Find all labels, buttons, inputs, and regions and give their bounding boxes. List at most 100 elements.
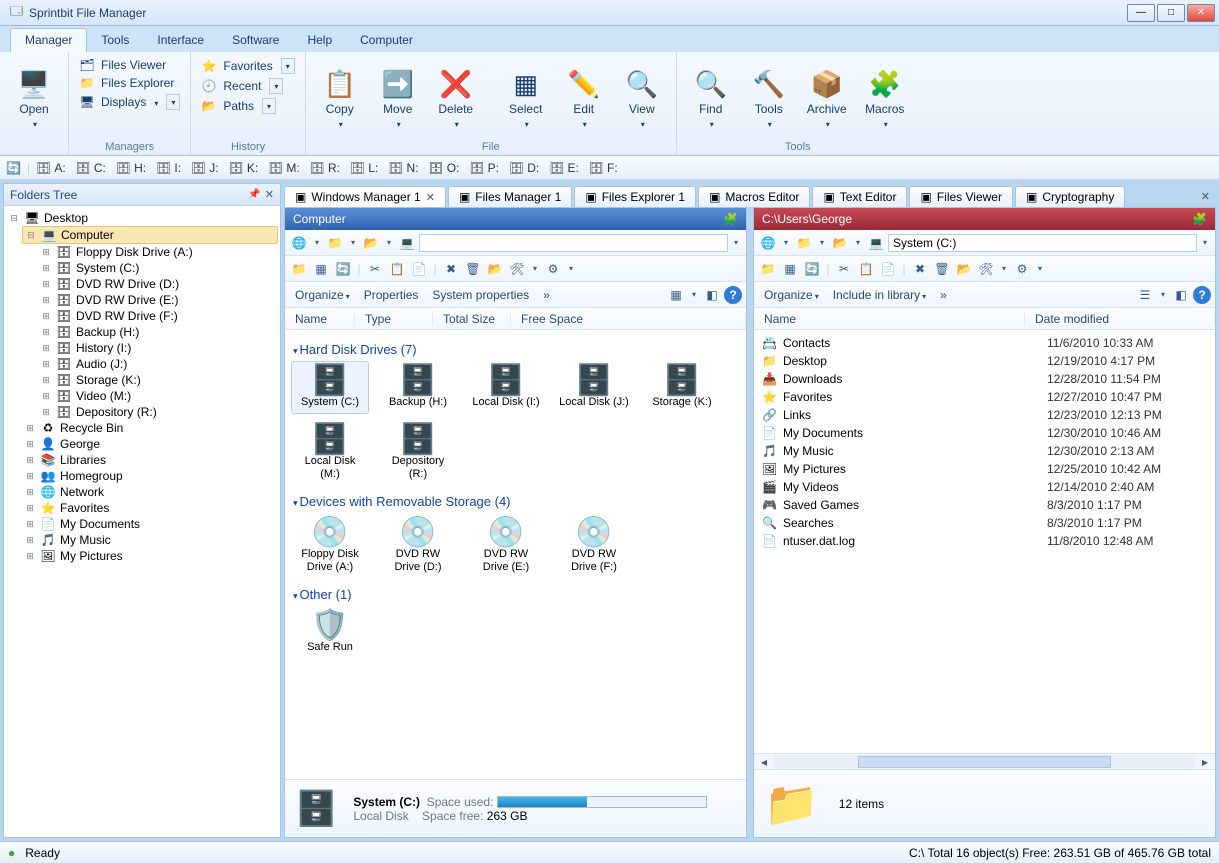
- drive-item[interactable]: 🗄️Local Disk (M:): [291, 420, 369, 486]
- files-explorer-button[interactable]: 📁Files Explorer: [75, 74, 184, 92]
- tree-node-computer[interactable]: ⊟💻Computer: [22, 226, 278, 244]
- paste-button[interactable]: 📄: [409, 259, 429, 279]
- view-button[interactable]: 🔍View: [614, 56, 670, 140]
- drive-O[interactable]: 🗄O:: [428, 161, 459, 175]
- drive-item[interactable]: 🛡️Safe Run: [291, 606, 369, 659]
- content-tab[interactable]: ▣Files Explorer 1: [574, 186, 696, 207]
- close-button[interactable]: ✕: [1187, 4, 1215, 22]
- organize-button[interactable]: Organize: [758, 288, 825, 302]
- tree-node[interactable]: ⊞👥Homegroup: [22, 468, 278, 484]
- help-button[interactable]: ?: [724, 286, 742, 304]
- drive-item[interactable]: 💿DVD RW Drive (F:): [555, 513, 633, 579]
- tree-node[interactable]: ⊞🗄Backup (H:): [38, 324, 278, 340]
- delete-button[interactable]: ❌Delete: [428, 56, 484, 140]
- file-row[interactable]: 🎮Saved Games8/3/2010 1:17 PM: [760, 496, 1209, 514]
- computer-button[interactable]: 💻: [397, 233, 417, 253]
- trash-button[interactable]: 🗑: [932, 259, 952, 279]
- paste-button[interactable]: 📄: [878, 259, 898, 279]
- archive-button[interactable]: 📦Archive: [799, 56, 855, 140]
- drive-I[interactable]: 🗄I:: [156, 161, 181, 175]
- forward-button[interactable]: 📁: [794, 233, 814, 253]
- gear-button[interactable]: ⚙: [543, 259, 563, 279]
- drive-L[interactable]: 🗄L:: [350, 161, 378, 175]
- content-tab[interactable]: ▣Files Manager 1: [448, 186, 572, 207]
- tools-button[interactable]: 🛠: [507, 259, 527, 279]
- drive-J[interactable]: 🗄J:: [191, 161, 219, 175]
- refresh-button[interactable]: 🔄: [6, 161, 21, 175]
- tree-node[interactable]: ⊞🗄DVD RW Drive (D:): [38, 276, 278, 292]
- file-row[interactable]: 🎬My Videos12/14/2010 2:40 AM: [760, 478, 1209, 496]
- section-removable[interactable]: Devices with Removable Storage (4): [291, 486, 740, 513]
- up-button[interactable]: 📂: [830, 233, 850, 253]
- dropdown-button[interactable]: ▾: [281, 58, 295, 74]
- tree-node[interactable]: ⊞🗄Audio (J:): [38, 356, 278, 372]
- forward-button[interactable]: 📁: [325, 233, 345, 253]
- content-tab[interactable]: ▣Files Viewer: [909, 186, 1012, 207]
- file-row[interactable]: 📇Contacts11/6/2010 10:33 AM: [760, 334, 1209, 352]
- gear-button[interactable]: ⚙: [1012, 259, 1032, 279]
- drive-C[interactable]: 🗄C:: [76, 161, 106, 175]
- drive-item[interactable]: 🗄️Depository (R:): [379, 420, 457, 486]
- drive-item[interactable]: 💿DVD RW Drive (D:): [379, 513, 457, 579]
- tree-node[interactable]: ⊞♻Recycle Bin: [22, 420, 278, 436]
- tool-icon[interactable]: 🧩: [723, 212, 738, 226]
- new-folder-button[interactable]: 📁: [289, 259, 309, 279]
- left-path-input[interactable]: [419, 234, 728, 252]
- panel-close-button[interactable]: ✕: [265, 188, 274, 201]
- refresh-button[interactable]: 🔄: [802, 259, 822, 279]
- up-button[interactable]: 📂: [361, 233, 381, 253]
- favorites-button[interactable]: ⭐Favorites▾: [197, 56, 298, 76]
- drive-E[interactable]: 🗄E:: [549, 161, 579, 175]
- tab-software[interactable]: Software: [218, 29, 293, 52]
- view-mode-button[interactable]: ▦: [666, 285, 686, 305]
- back-button[interactable]: 🌐: [289, 233, 309, 253]
- edit-button[interactable]: ✏️Edit: [556, 56, 612, 140]
- tree-node[interactable]: ⊞🗄DVD RW Drive (E:): [38, 292, 278, 308]
- tree-node[interactable]: ⊞🖼My Pictures: [22, 548, 278, 564]
- file-row[interactable]: 🎵My Music12/30/2010 2:13 AM: [760, 442, 1209, 460]
- preview-pane-button[interactable]: ◧: [1171, 285, 1191, 305]
- pin-icon[interactable]: 📌: [248, 189, 260, 200]
- content-tab[interactable]: ▣Cryptography: [1015, 186, 1125, 207]
- drive-item[interactable]: 💿DVD RW Drive (E:): [467, 513, 545, 579]
- drive-item[interactable]: 💿Floppy Disk Drive (A:): [291, 513, 369, 579]
- drive-F[interactable]: 🗄F:: [589, 161, 618, 175]
- minimize-button[interactable]: —: [1127, 4, 1155, 22]
- view-button[interactable]: ▦: [311, 259, 331, 279]
- right-pane-body[interactable]: 📇Contacts11/6/2010 10:33 AM📁Desktop12/19…: [754, 330, 1215, 753]
- tree-node[interactable]: ⊞⭐Favorites: [22, 500, 278, 516]
- cut-button[interactable]: ✂: [834, 259, 854, 279]
- tree-node[interactable]: ⊞🌐Network: [22, 484, 278, 500]
- drive-N[interactable]: 🗄N:: [388, 161, 418, 175]
- tree-node[interactable]: ⊞📚Libraries: [22, 452, 278, 468]
- file-row[interactable]: ⭐Favorites12/27/2010 10:47 PM: [760, 388, 1209, 406]
- horizontal-scrollbar[interactable]: ◂▸: [754, 753, 1215, 769]
- tabs-close-button[interactable]: ✕: [1195, 186, 1216, 207]
- tree-node[interactable]: ⊞🗄Depository (R:): [38, 404, 278, 420]
- tree-node[interactable]: ⊞👤George: [22, 436, 278, 452]
- dropdown-button[interactable]: ▾: [269, 78, 283, 94]
- file-row[interactable]: 📁Desktop12/19/2010 4:17 PM: [760, 352, 1209, 370]
- displays-button[interactable]: 🖥Displays▾: [75, 92, 184, 112]
- paths-button[interactable]: 📂Paths▾: [197, 96, 298, 116]
- back-button[interactable]: 🌐: [758, 233, 778, 253]
- maximize-button[interactable]: □: [1157, 4, 1185, 22]
- file-row[interactable]: 📄ntuser.dat.log11/8/2010 12:48 AM: [760, 532, 1209, 550]
- tab-close-button[interactable]: ✕: [426, 191, 435, 204]
- drive-item[interactable]: 🗄️Backup (H:): [379, 361, 457, 414]
- select-button[interactable]: ▦Select: [498, 56, 554, 140]
- find-button[interactable]: 🔍Find: [683, 56, 739, 140]
- tree-node[interactable]: ⊞🗄System (C:): [38, 260, 278, 276]
- drive-H[interactable]: 🗄H:: [116, 161, 146, 175]
- section-other[interactable]: Other (1): [291, 579, 740, 606]
- organize-button[interactable]: Organize: [289, 288, 356, 302]
- drive-item[interactable]: 🗄️Local Disk (J:): [555, 361, 633, 414]
- dropdown-button[interactable]: ▾: [166, 94, 180, 110]
- new-folder-button[interactable]: 📁: [758, 259, 778, 279]
- copy-button[interactable]: 📋: [856, 259, 876, 279]
- view-mode-button[interactable]: ☰: [1135, 285, 1155, 305]
- copy-button[interactable]: 📋Copy: [312, 56, 368, 140]
- recent-button[interactable]: 🕘Recent▾: [197, 76, 298, 96]
- tree-node[interactable]: ⊞🎵My Music: [22, 532, 278, 548]
- drive-item[interactable]: 🗄️Local Disk (I:): [467, 361, 545, 414]
